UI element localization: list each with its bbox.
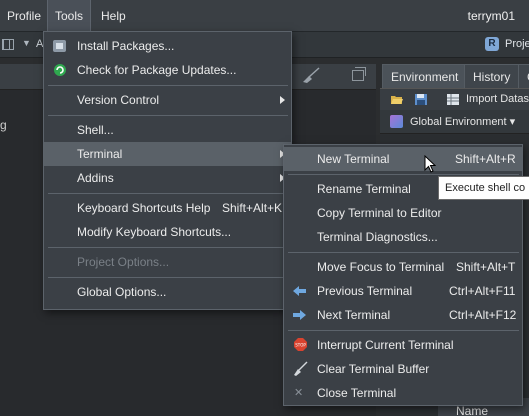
install-packages-icon: [53, 40, 66, 52]
menu-item-next-terminal[interactable]: Next Terminal Ctrl+Alt+F12: [284, 303, 522, 327]
tab-connections[interactable]: C: [518, 64, 529, 88]
menu-item-version-control[interactable]: Version Control: [44, 88, 291, 112]
menu-profile[interactable]: Profile: [0, 0, 48, 32]
open-folder-icon[interactable]: [390, 93, 404, 106]
menu-tools[interactable]: Tools: [47, 0, 92, 32]
menu-item-clear-buffer[interactable]: Clear Terminal Buffer: [284, 357, 522, 381]
menu-item-copy-terminal[interactable]: Copy Terminal to Editor: [284, 201, 522, 225]
editor-text-fragment: g: [0, 118, 7, 132]
broom-icon[interactable]: [300, 66, 322, 84]
stop-icon: STOP: [294, 338, 307, 351]
menu-separator: [288, 252, 519, 253]
menu-item-terminal-diagnostics[interactable]: Terminal Diagnostics...: [284, 225, 522, 249]
broom-icon: [294, 361, 308, 376]
menu-item-shell[interactable]: Shell...: [44, 118, 291, 142]
menu-item-interrupt-terminal[interactable]: STOP Interrupt Current Terminal: [284, 333, 522, 357]
menu-separator: [288, 174, 519, 175]
menu-separator: [48, 85, 288, 86]
menubar: Profile Tools Help terrym01: [0, 0, 529, 32]
restore-pane-icon[interactable]: [352, 67, 366, 81]
svg-text:STOP: STOP: [295, 342, 306, 347]
menu-item-keyboard-shortcuts-help[interactable]: Keyboard Shortcuts Help Shift+Alt+K: [44, 196, 291, 220]
submenu-arrow-icon: [280, 96, 285, 104]
menu-item-close-terminal[interactable]: ✕ Close Terminal: [284, 381, 522, 405]
environment-selector-bar: Global Environment ▾: [380, 110, 529, 134]
import-dataset-icon[interactable]: [446, 93, 460, 106]
project-label[interactable]: Proje: [505, 38, 529, 50]
menu-item-new-terminal[interactable]: New Terminal Shift+Alt+R: [284, 147, 522, 171]
refresh-icon: [54, 64, 66, 76]
tab-history[interactable]: History: [464, 64, 520, 88]
project-icon[interactable]: R: [485, 37, 499, 51]
global-env-dropdown[interactable]: Global Environment ▾: [410, 115, 515, 128]
menu-help[interactable]: Help: [94, 0, 133, 32]
tab-environment[interactable]: Environment: [382, 64, 468, 88]
menu-item-modify-shortcuts[interactable]: Modify Keyboard Shortcuts...: [44, 220, 291, 244]
environment-toolbar: Import Datas: [380, 88, 529, 110]
menu-item-addins[interactable]: Addins: [44, 166, 291, 190]
import-dataset-label[interactable]: Import Datas: [466, 93, 529, 105]
close-icon: ✕: [294, 387, 304, 399]
tools-menu: Install Packages... Check for Package Up…: [43, 31, 292, 310]
menu-item-terminal[interactable]: Terminal: [44, 142, 291, 166]
left-arrow-icon: [293, 286, 306, 296]
chevron-down-icon[interactable]: ▼: [22, 38, 31, 48]
global-env-icon: [390, 115, 403, 128]
menu-item-global-options[interactable]: Global Options...: [44, 280, 291, 304]
menu-item-install-packages[interactable]: Install Packages...: [44, 34, 291, 58]
save-icon[interactable]: [414, 93, 428, 106]
username[interactable]: terrym01: [468, 0, 515, 32]
tooltip: Execute shell co: [438, 176, 529, 200]
menu-item-previous-terminal[interactable]: Previous Terminal Ctrl+Alt+F11: [284, 279, 522, 303]
menu-item-move-focus-terminal[interactable]: Move Focus to Terminal Shift+Alt+T: [284, 255, 522, 279]
menu-separator: [48, 193, 288, 194]
menu-separator: [48, 277, 288, 278]
menu-separator: [48, 115, 288, 116]
menu-separator: [288, 330, 519, 331]
grid-icon[interactable]: [2, 39, 14, 50]
menu-item-project-options: Project Options...: [77, 255, 170, 269]
mouse-cursor-icon: [424, 155, 436, 173]
right-arrow-icon: [293, 310, 306, 320]
menu-separator: [48, 247, 288, 248]
menu-item-check-updates[interactable]: Check for Package Updates...: [44, 58, 291, 82]
